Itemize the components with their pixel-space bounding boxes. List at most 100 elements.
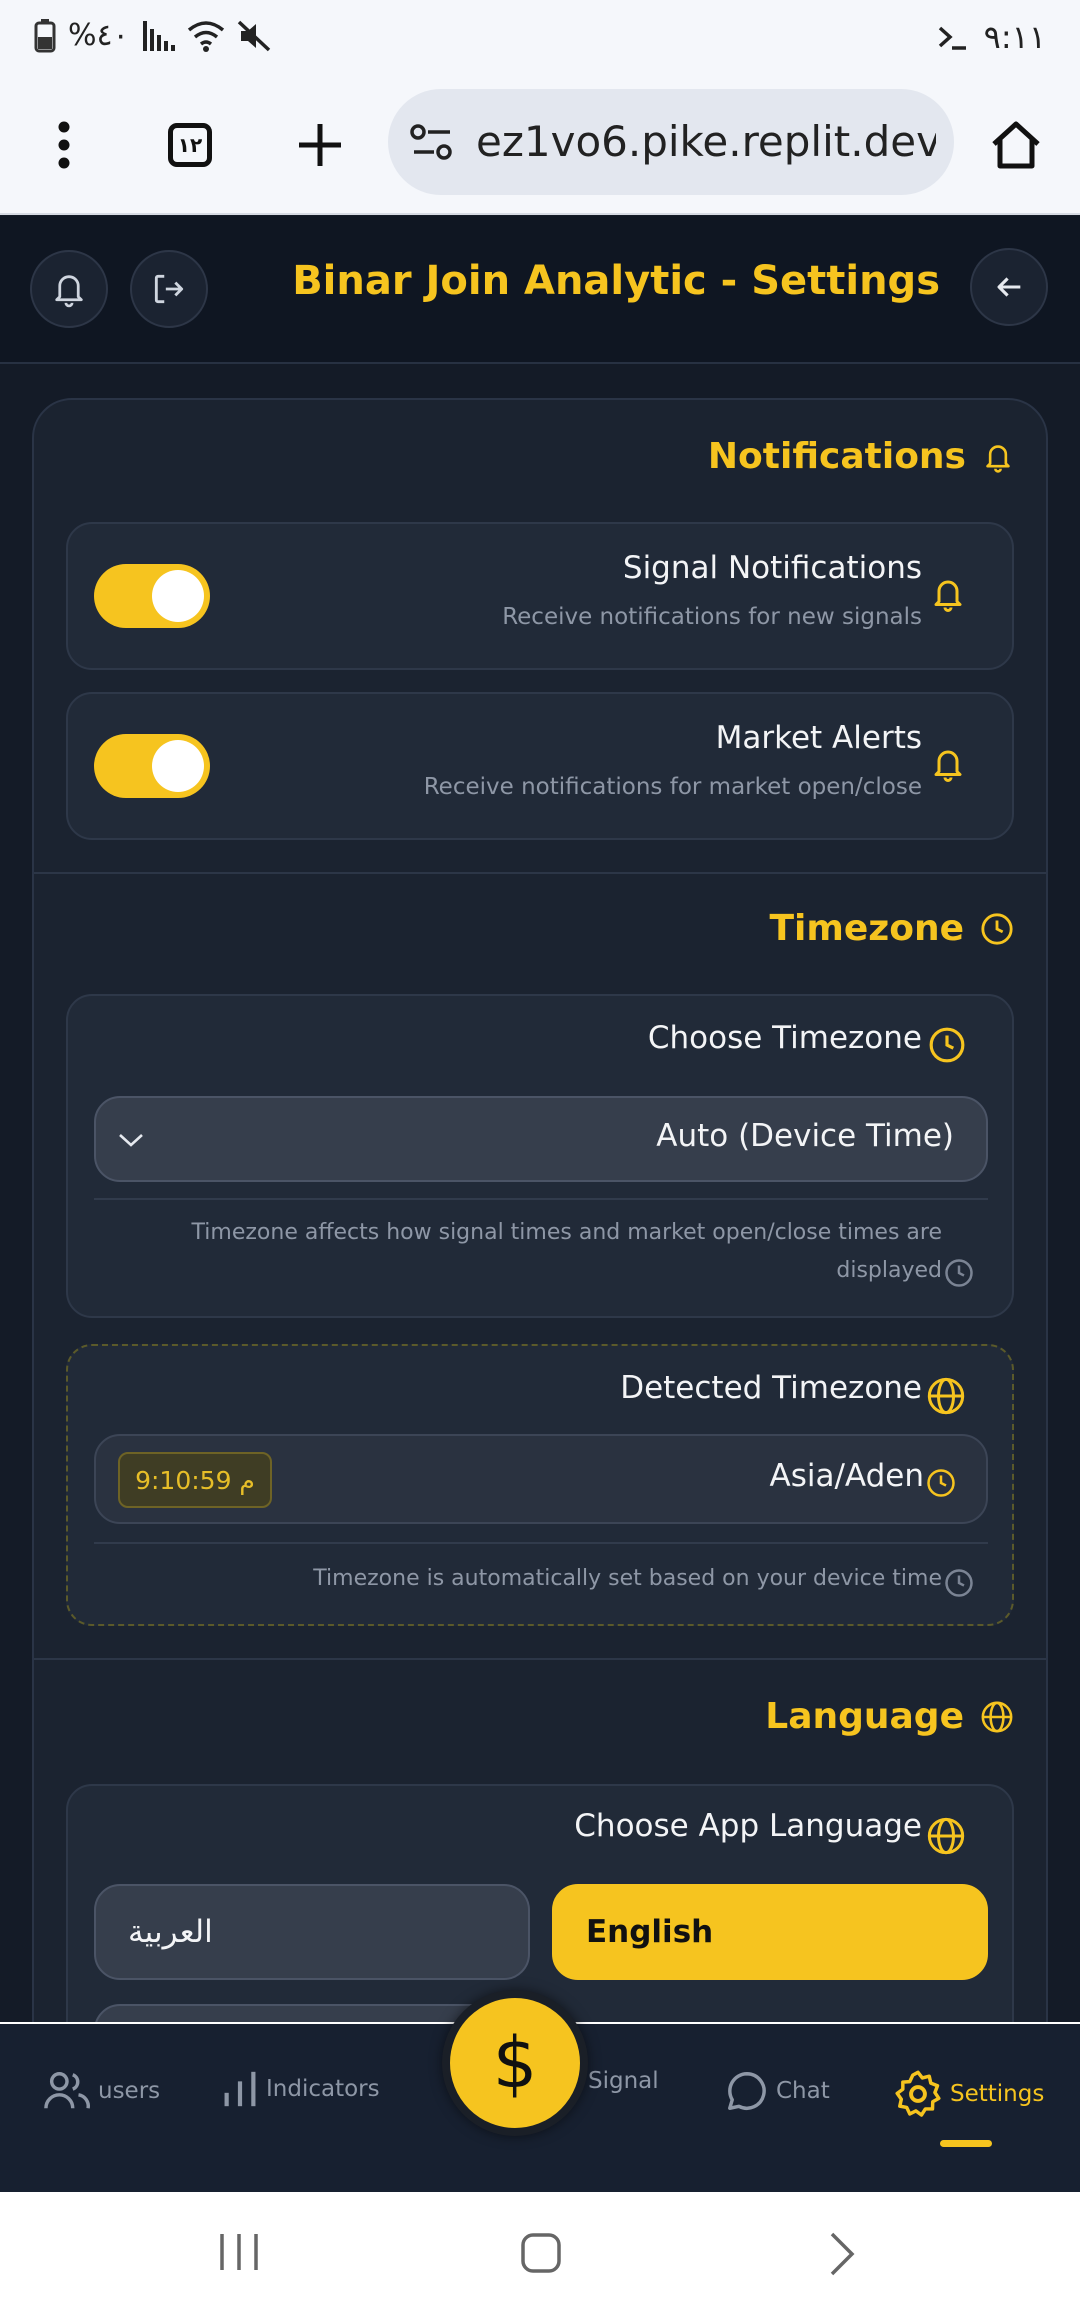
globe-icon: [927, 1817, 965, 1855]
language-section-title: Language: [765, 1696, 1014, 1737]
arrow-left-icon: [997, 277, 1021, 297]
users-icon: [44, 2072, 90, 2109]
market-alerts-title: Market Alerts: [715, 720, 922, 756]
settings-card: Notifications Signal Notifications Recei…: [32, 398, 1048, 2138]
nav-indicators[interactable]: Indicators: [220, 2068, 380, 2110]
nav-indicators-label: Indicators: [266, 2076, 380, 2102]
timezone-select[interactable]: Auto (Device Time): [94, 1096, 988, 1182]
signal-notifications-toggle[interactable]: [94, 564, 210, 628]
status-right: ٩:١١: [936, 18, 1046, 56]
status-left: %٤٠: [34, 18, 271, 53]
status-bar: %٤٠ ٩:١١: [0, 0, 1080, 75]
timezone-note-line2: displayed: [836, 1258, 942, 1283]
detected-timezone-note: Timezone is automatically set based on y…: [313, 1566, 942, 1591]
bar-chart-icon: [224, 2071, 256, 2107]
site-settings-icon[interactable]: [410, 123, 454, 161]
clock-icon: [929, 1027, 965, 1063]
chevron-right-icon[interactable]: [828, 2232, 856, 2276]
active-tab-indicator: [940, 2140, 992, 2147]
logout-button[interactable]: [130, 250, 208, 328]
market-alerts-description: Receive notifications for market open/cl…: [423, 774, 922, 800]
toggle-knob: [152, 740, 204, 792]
gear-icon: [895, 2070, 941, 2117]
signal-notifications-title: Signal Notifications: [622, 550, 922, 586]
bell-icon: [986, 444, 1010, 473]
clock-icon: [945, 1569, 973, 1597]
notifications-section-title: Notifications: [708, 436, 1014, 477]
nav-chat[interactable]: Chat: [724, 2068, 830, 2114]
clock-icon: [945, 1259, 973, 1287]
detected-timezone-box: 9:10:59 م Asia/Aden: [94, 1434, 988, 1524]
app-header: Binar Join Analytic - Settings: [0, 216, 1080, 364]
current-time-badge: 9:10:59 م: [118, 1452, 272, 1508]
nav-users[interactable]: users: [42, 2068, 160, 2114]
bell-icon: [934, 580, 962, 612]
nav-signal-label: Signal: [588, 2068, 659, 2094]
clock-icon: [927, 1469, 955, 1497]
nav-settings[interactable]: Settings: [892, 2068, 1044, 2120]
kebab-menu-icon: [58, 121, 70, 169]
clock: ٩:١١: [983, 18, 1046, 56]
timezone-section-title: Timezone: [769, 908, 1014, 949]
market-alerts-row: Market Alerts Receive notifications for …: [66, 692, 1014, 840]
nav-chat-label: Chat: [776, 2078, 830, 2104]
section-divider: [34, 872, 1046, 874]
menu-button[interactable]: [30, 111, 98, 179]
terminal-icon: [938, 26, 966, 50]
mute-icon: [237, 20, 270, 51]
detected-timezone-value: Asia/Aden: [769, 1458, 924, 1494]
globe-icon: [927, 1377, 965, 1415]
globe-icon: [981, 1701, 1013, 1732]
market-alerts-toggle[interactable]: [94, 734, 210, 798]
recent-apps-icon[interactable]: [218, 2232, 260, 2272]
timezone-note: Timezone affects how signal times and ma…: [192, 1214, 942, 1290]
home-nav-icon[interactable]: [520, 2232, 562, 2274]
choose-timezone-card: Choose Timezone Auto (Device Time) Timez…: [66, 994, 1014, 1318]
notifications-title-text: Notifications: [707, 436, 966, 477]
battery-percent: %٤٠: [68, 18, 129, 53]
battery-icon: [34, 18, 56, 52]
section-divider: [34, 1658, 1046, 1660]
plus-icon: [299, 124, 341, 166]
tab-count: ١٢: [168, 123, 212, 167]
home-icon: [992, 121, 1040, 169]
detected-timezone-card: Detected Timezone 9:10:59 م Asia/Aden Ti…: [66, 1344, 1014, 1626]
url-text: ez1vo6.pike.replit.dev: [476, 117, 936, 166]
bell-icon: [934, 750, 962, 782]
chevron-down-icon: [119, 1134, 143, 1147]
signal-notifications-description: Receive notifications for new signals: [502, 604, 922, 630]
logout-icon: [154, 274, 184, 304]
dollar-icon: $: [492, 2022, 538, 2104]
wifi-icon: [187, 20, 224, 52]
system-navigation-bar: [0, 2192, 1080, 2316]
chat-bubble-icon: [728, 2072, 766, 2110]
nav-signal[interactable]: Signal: [588, 2068, 659, 2094]
choose-language-label: Choose App Language: [574, 1808, 922, 1844]
clock-icon: [981, 912, 1013, 945]
bell-icon: [55, 275, 83, 308]
tabs-button[interactable]: ١٢: [156, 111, 224, 179]
language-option-english[interactable]: English: [552, 1884, 988, 1980]
notifications-button[interactable]: [30, 250, 108, 328]
choose-timezone-label: Choose Timezone: [647, 1020, 922, 1056]
back-button[interactable]: [970, 248, 1048, 326]
inner-divider: [94, 1542, 988, 1544]
timezone-title-text: Timezone: [769, 908, 964, 949]
toggle-knob: [152, 570, 204, 622]
signal-icon: [142, 20, 175, 51]
timezone-select-value: Auto (Device Time): [656, 1118, 954, 1154]
language-title-text: Language: [765, 1696, 964, 1737]
timezone-note-line1: Timezone affects how signal times and ma…: [191, 1220, 942, 1245]
nav-users-label: users: [98, 2078, 161, 2104]
nav-settings-label: Settings: [950, 2081, 1045, 2107]
signal-notifications-row: Signal Notifications Receive notificatio…: [66, 522, 1014, 670]
detected-timezone-label: Detected Timezone: [620, 1370, 922, 1406]
inner-divider: [94, 1198, 988, 1200]
address-bar[interactable]: ez1vo6.pike.replit.dev: [388, 89, 954, 195]
home-button[interactable]: [982, 111, 1050, 179]
new-tab-button[interactable]: [286, 111, 354, 179]
page-title: Binar Join Analytic - Settings: [292, 258, 940, 304]
language-option-arabic[interactable]: العربية: [94, 1884, 530, 1980]
signal-fab-button[interactable]: $: [442, 1990, 588, 2136]
browser-toolbar: ١٢ ez1vo6.pike.replit.dev: [0, 75, 1080, 215]
